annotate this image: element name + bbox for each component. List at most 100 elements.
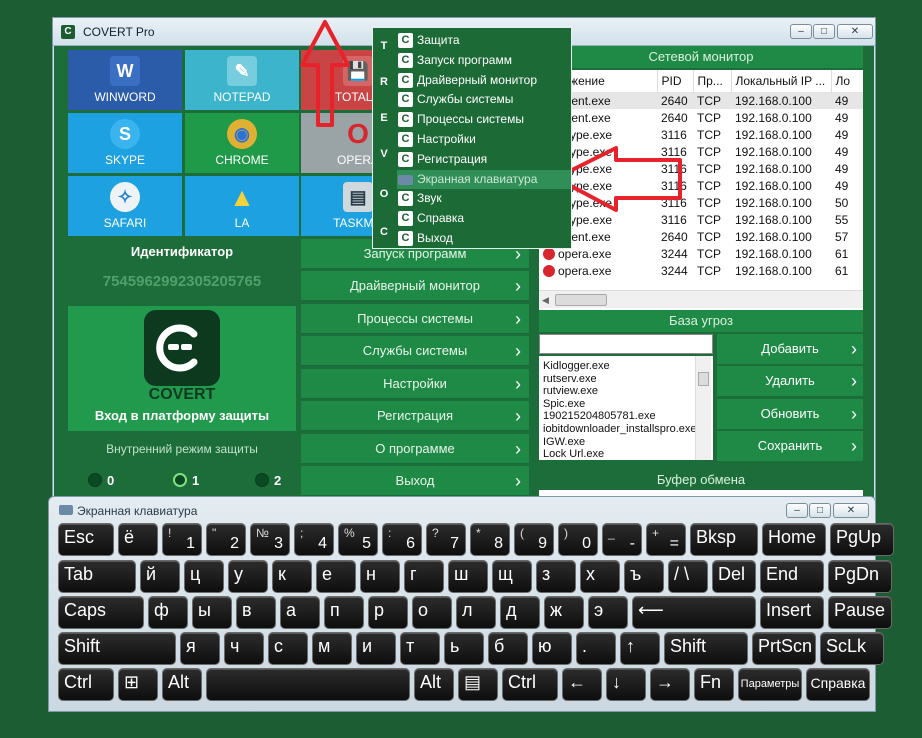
- key[interactable]: ё: [118, 523, 158, 556]
- key[interactable]: Ctrl: [502, 668, 558, 701]
- key[interactable]: м: [312, 632, 352, 665]
- key[interactable]: * 8: [470, 523, 510, 556]
- key[interactable]: ж: [544, 596, 584, 629]
- menu-item[interactable]: C Процессы системы: [397, 110, 571, 129]
- key[interactable]: р: [368, 596, 408, 629]
- key[interactable]: Bksp: [690, 523, 758, 556]
- key[interactable]: Insert: [760, 596, 824, 629]
- key[interactable]: + =: [646, 523, 686, 556]
- key[interactable]: й: [140, 560, 180, 593]
- menu-item[interactable]: C Драйверный монитор: [397, 71, 571, 90]
- key-label: б: [494, 636, 505, 656]
- menu-item[interactable]: C Защита: [397, 31, 571, 50]
- menu-item[interactable]: C Службы системы: [397, 90, 571, 109]
- key[interactable]: Home: [762, 523, 826, 556]
- key[interactable]: х: [580, 560, 620, 593]
- key-label: Home: [768, 527, 817, 547]
- key[interactable]: PgUp: [830, 523, 894, 556]
- key[interactable]: ⟵: [632, 596, 756, 629]
- key[interactable]: Ctrl: [58, 668, 114, 701]
- key[interactable]: :6: [382, 523, 422, 556]
- key[interactable]: ; 4: [294, 523, 334, 556]
- key[interactable]: б: [488, 632, 528, 665]
- key[interactable]: з: [536, 560, 576, 593]
- key[interactable]: ScLk: [820, 632, 884, 665]
- key-label: *: [476, 526, 481, 540]
- key-label: в: [242, 600, 252, 620]
- key[interactable]: / \: [668, 560, 708, 593]
- key[interactable]: ) 0: [558, 523, 598, 556]
- key[interactable]: е: [316, 560, 356, 593]
- key[interactable]: ф: [148, 596, 188, 629]
- key[interactable]: [206, 668, 410, 701]
- key[interactable]: г: [404, 560, 444, 593]
- key[interactable]: ! 1: [162, 523, 202, 556]
- key[interactable]: ▤: [458, 668, 498, 701]
- key[interactable]: Fn: [694, 668, 734, 701]
- key[interactable]: у: [228, 560, 268, 593]
- kbd-maximize-button[interactable]: □: [809, 503, 831, 518]
- key[interactable]: →: [650, 668, 690, 701]
- menu-item[interactable]: C Выход: [397, 229, 571, 248]
- key[interactable]: д: [500, 596, 540, 629]
- menu-item[interactable]: C Регистрация: [397, 150, 571, 169]
- menu-item[interactable]: C Запуск программ: [397, 51, 571, 70]
- key[interactable]: ←: [562, 668, 602, 701]
- key[interactable]: ю: [532, 632, 572, 665]
- key[interactable]: т: [400, 632, 440, 665]
- kbd-minimize-button[interactable]: –: [786, 503, 808, 518]
- menu-item[interactable]: C Экранная клавиатура: [397, 169, 571, 189]
- key[interactable]: ъ: [624, 560, 664, 593]
- key[interactable]: я: [180, 632, 220, 665]
- key[interactable]: ь: [444, 632, 484, 665]
- menu-item[interactable]: C Звук: [397, 189, 571, 208]
- key[interactable]: ш: [448, 560, 488, 593]
- key[interactable]: End: [760, 560, 824, 593]
- key-label: я: [186, 636, 196, 656]
- key[interactable]: Alt: [414, 668, 454, 701]
- menu-item[interactable]: C Справка: [397, 209, 571, 228]
- key[interactable]: ы: [192, 596, 232, 629]
- key-label: Fn: [700, 672, 722, 692]
- key[interactable]: Параметры: [738, 668, 802, 701]
- key[interactable]: Caps: [58, 596, 144, 629]
- key[interactable]: Pause: [828, 596, 892, 629]
- key[interactable]: PrtScn: [752, 632, 816, 665]
- key[interactable]: Shift: [664, 632, 748, 665]
- key[interactable]: л: [456, 596, 496, 629]
- key[interactable]: э: [588, 596, 628, 629]
- key[interactable]: о: [412, 596, 452, 629]
- key[interactable]: " 2: [206, 523, 246, 556]
- key[interactable]: Del: [712, 560, 756, 593]
- key-label: л: [462, 600, 473, 620]
- key[interactable]: в: [236, 596, 276, 629]
- key[interactable]: Shift: [58, 632, 176, 665]
- menu-item[interactable]: C Настройки: [397, 130, 571, 149]
- key[interactable]: с: [268, 632, 308, 665]
- key[interactable]: ц: [184, 560, 224, 593]
- key[interactable]: (9: [514, 523, 554, 556]
- key[interactable]: н: [360, 560, 400, 593]
- covert-icon: C: [398, 151, 413, 167]
- key[interactable]: Alt: [162, 668, 202, 701]
- key[interactable]: .: [576, 632, 616, 665]
- key[interactable]: _ -: [602, 523, 642, 556]
- key[interactable]: ↓: [606, 668, 646, 701]
- key[interactable]: № 3: [250, 523, 290, 556]
- key[interactable]: п: [324, 596, 364, 629]
- key[interactable]: Справка: [806, 668, 870, 701]
- key[interactable]: ? 7: [426, 523, 466, 556]
- kbd-close-button[interactable]: ✕: [833, 503, 869, 518]
- key[interactable]: щ: [492, 560, 532, 593]
- key[interactable]: ⊞: [118, 668, 158, 701]
- key[interactable]: к: [272, 560, 312, 593]
- key[interactable]: PgDn: [828, 560, 892, 593]
- key[interactable]: а: [280, 596, 320, 629]
- key[interactable]: и: [356, 632, 396, 665]
- key-label: ⊞: [124, 672, 140, 692]
- key[interactable]: % 5: [338, 523, 378, 556]
- key[interactable]: Tab: [58, 560, 136, 593]
- key[interactable]: ч: [224, 632, 264, 665]
- key[interactable]: Esc: [58, 523, 114, 556]
- key[interactable]: ↑: [620, 632, 660, 665]
